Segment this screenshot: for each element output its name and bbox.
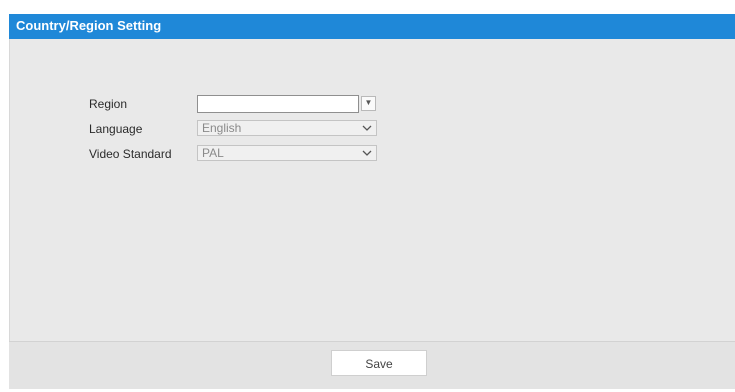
settings-panel bbox=[9, 14, 735, 388]
region-dropdown-button[interactable]: ▼ bbox=[361, 96, 376, 111]
region-input[interactable] bbox=[197, 95, 359, 113]
video-standard-value: PAL bbox=[202, 146, 224, 160]
video-standard-select[interactable]: PAL bbox=[197, 145, 377, 161]
page-frame: Country/Region Setting Region ▼ Language… bbox=[0, 0, 735, 392]
language-select[interactable]: English bbox=[197, 120, 377, 136]
save-button[interactable]: Save bbox=[331, 350, 427, 376]
page-title: Country/Region Setting bbox=[16, 18, 162, 33]
video-standard-label: Video Standard bbox=[89, 147, 172, 161]
region-label: Region bbox=[89, 97, 128, 111]
language-label: Language bbox=[89, 122, 143, 136]
form-footer: Save bbox=[9, 341, 735, 389]
panel-header: Country/Region Setting bbox=[9, 14, 735, 39]
triangle-down-icon: ▼ bbox=[364, 98, 373, 107]
chevron-down-icon bbox=[362, 150, 372, 156]
language-value: English bbox=[202, 121, 242, 135]
chevron-down-icon bbox=[362, 125, 372, 131]
